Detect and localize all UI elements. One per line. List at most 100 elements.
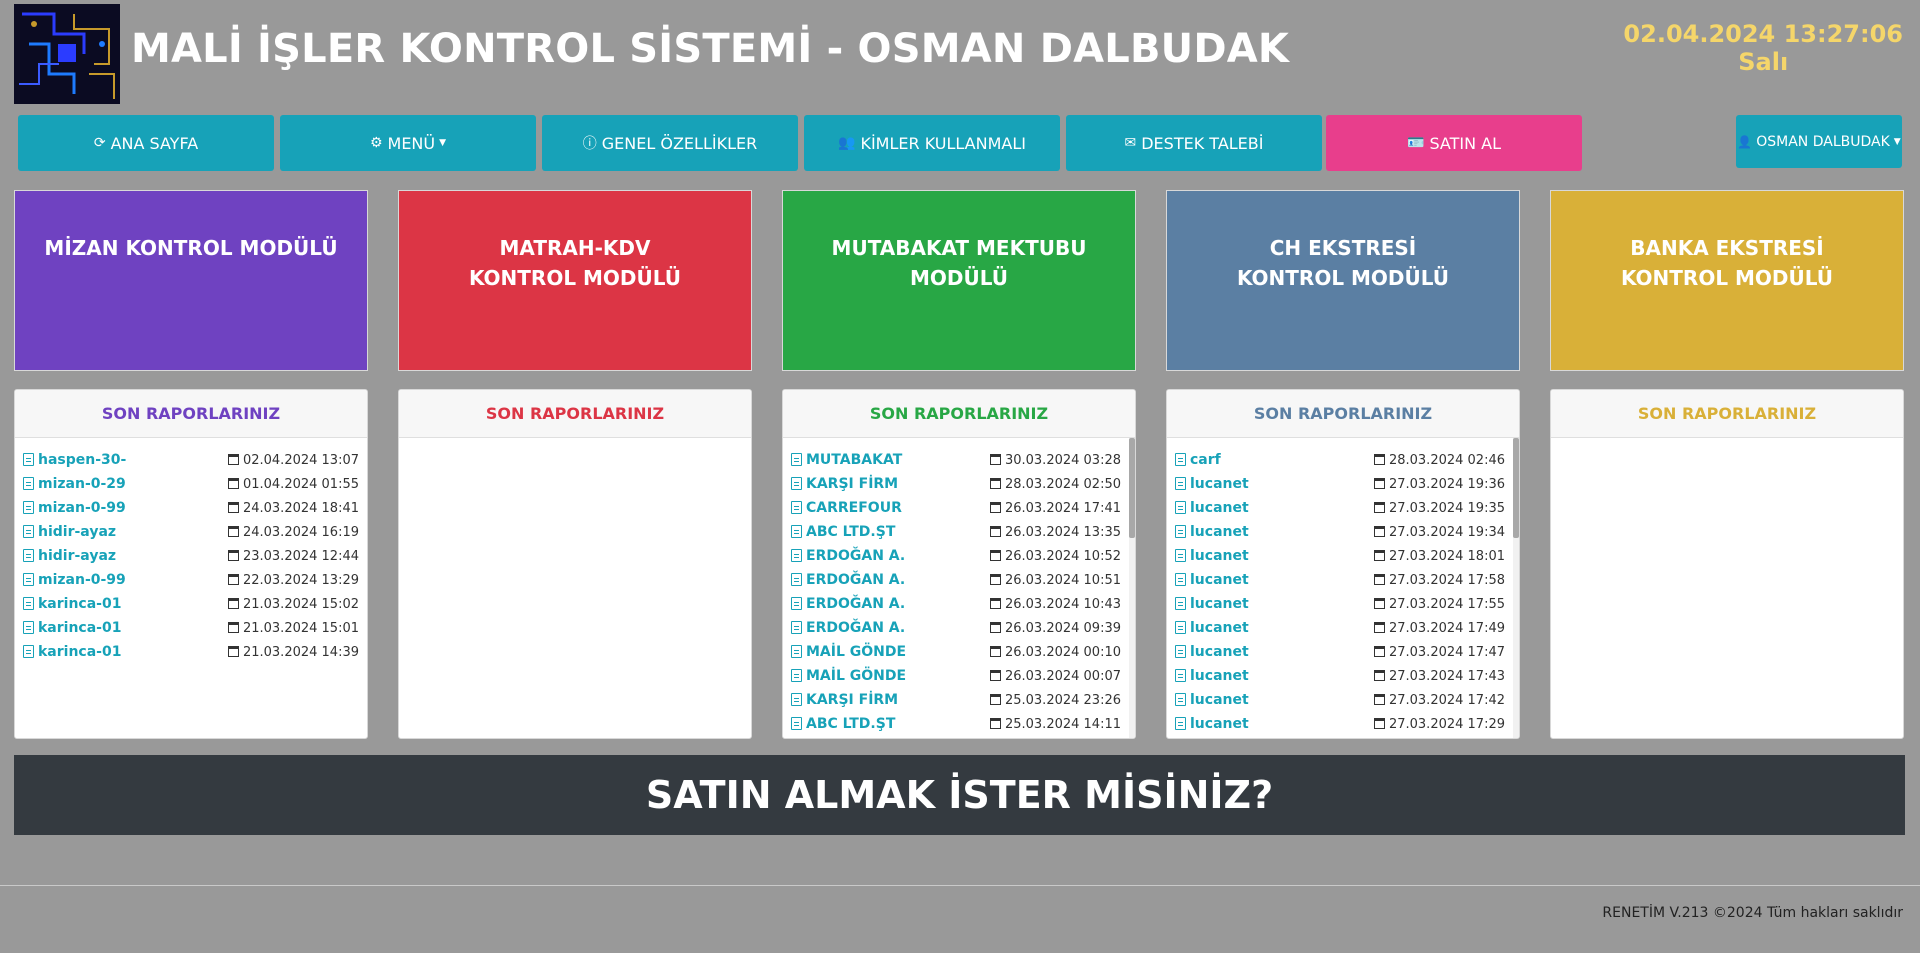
- report-row: lucanet 27.03.2024 17:55: [1175, 592, 1505, 616]
- report-link[interactable]: CARREFOUR: [791, 500, 902, 516]
- report-link[interactable]: MUTABAKAT: [791, 452, 902, 468]
- report-date-text: 27.03.2024 19:34: [1388, 524, 1505, 540]
- reports-list[interactable]: MUTABAKAT 30.03.2024 03:28 KARŞI FİRM 28.03…: [783, 438, 1135, 738]
- report-name: lucanet: [1190, 548, 1249, 564]
- report-date-text: 25.03.2024 14:11: [1004, 716, 1121, 732]
- report-link[interactable]: mizan-0-99: [23, 572, 126, 588]
- report-link[interactable]: ERDOĞAN A.: [791, 548, 905, 564]
- pdf-file-icon: [791, 621, 802, 634]
- info-circle-icon: ⓘ: [582, 136, 597, 152]
- report-name: KARŞI FİRM: [806, 692, 899, 708]
- module-title-line2: MODÜLÜ: [909, 266, 1009, 290]
- module-matrah-kdv[interactable]: MATRAH-KDV KONTROL MODÜLÜ: [398, 190, 752, 371]
- reports-panel-title: SON RAPORLARINIZ: [15, 390, 367, 438]
- calendar-icon: [989, 573, 1001, 585]
- report-link[interactable]: hidir-ayaz: [23, 524, 116, 540]
- buy-label: SATIN AL: [1429, 133, 1501, 153]
- buy-button[interactable]: 🪪 SATIN AL: [1326, 115, 1582, 171]
- report-link[interactable]: lucanet: [1175, 620, 1249, 636]
- report-date: 26.03.2024 10:51: [989, 573, 1121, 588]
- report-date-text: 01.04.2024 01:55: [242, 476, 359, 492]
- features-button[interactable]: ⓘ GENEL ÖZELLİKLER: [542, 115, 798, 171]
- report-row: lucanet 27.03.2024 19:36: [1175, 472, 1505, 496]
- report-link[interactable]: carf: [1175, 452, 1221, 468]
- calendar-icon: [227, 549, 239, 561]
- report-link[interactable]: lucanet: [1175, 596, 1249, 612]
- report-link[interactable]: MAİL GÖNDE: [791, 644, 906, 660]
- scrollbar-thumb[interactable]: [1129, 438, 1135, 538]
- report-row: mizan-0-99 24.03.2024 18:41: [23, 496, 359, 520]
- report-link[interactable]: ERDOĞAN A.: [791, 572, 905, 588]
- report-link[interactable]: lucanet: [1175, 548, 1249, 564]
- report-row: haspen-30- 02.04.2024 13:07: [23, 448, 359, 472]
- report-link[interactable]: KARŞI FİRM: [791, 476, 898, 492]
- current-day: Salı: [1738, 48, 1789, 76]
- report-link[interactable]: mizan-0-99: [23, 500, 126, 516]
- report-date: 27.03.2024 19:35: [1373, 501, 1505, 516]
- report-row: lucanet 27.03.2024 17:58: [1175, 568, 1505, 592]
- module-mizan[interactable]: MİZAN KONTROL MODÜLÜ: [14, 190, 368, 371]
- reports-list[interactable]: [399, 438, 751, 738]
- report-name: MUTABAKAT: [806, 452, 903, 468]
- report-name: lucanet: [1190, 500, 1249, 516]
- report-link[interactable]: lucanet: [1175, 716, 1249, 732]
- module-banka-ekstresi[interactable]: BANKA EKSTRESİ KONTROL MODÜLÜ: [1550, 190, 1904, 371]
- module-title-line1: MİZAN KONTROL MODÜLÜ: [44, 236, 338, 260]
- report-link[interactable]: ERDOĞAN A.: [791, 620, 905, 636]
- home-button[interactable]: ⟳ ANA SAYFA: [18, 115, 274, 171]
- user-menu-button[interactable]: 👤 OSMAN DALBUDAK ▼: [1736, 115, 1902, 168]
- buy-banner[interactable]: SATIN ALMAK İSTER MİSİNİZ?: [14, 755, 1905, 835]
- report-link[interactable]: lucanet: [1175, 500, 1249, 516]
- report-link[interactable]: KARŞI FİRM: [791, 692, 898, 708]
- support-request-button[interactable]: ✉ DESTEK TALEBİ: [1066, 115, 1322, 171]
- calendar-icon: [989, 501, 1001, 513]
- module-ch-ekstresi[interactable]: CH EKSTRESİ KONTROL MODÜLÜ: [1166, 190, 1520, 371]
- report-link[interactable]: hidir-ayaz: [23, 548, 116, 564]
- report-name: karinca-01: [38, 620, 122, 636]
- scrollbar-thumb[interactable]: [1513, 438, 1519, 538]
- report-date-text: 27.03.2024 17:42: [1388, 692, 1505, 708]
- report-link[interactable]: haspen-30-: [23, 452, 126, 468]
- calendar-icon: [989, 597, 1001, 609]
- scrollbar[interactable]: [1129, 438, 1135, 738]
- module-title-line1: MATRAH-KDV: [499, 236, 651, 260]
- report-name: ERDOĞAN A.: [806, 596, 906, 612]
- report-link[interactable]: lucanet: [1175, 476, 1249, 492]
- menu-dropdown-button[interactable]: ⚙ MENÜ ▼: [280, 115, 536, 171]
- report-date-text: 27.03.2024 17:43: [1388, 668, 1505, 684]
- report-date-text: 27.03.2024 17:49: [1388, 620, 1505, 636]
- pdf-file-icon: [23, 549, 34, 562]
- calendar-icon: [1373, 717, 1385, 729]
- pdf-file-icon: [1175, 477, 1186, 490]
- report-date-text: 21.03.2024 15:01: [242, 620, 359, 636]
- scrollbar[interactable]: [1513, 438, 1519, 738]
- reports-list[interactable]: [1551, 438, 1903, 738]
- report-row: CARREFOUR 26.03.2024 17:41: [791, 496, 1121, 520]
- report-link[interactable]: MAİL GÖNDE: [791, 668, 906, 684]
- report-date-text: 24.03.2024 18:41: [242, 500, 359, 516]
- report-name: CARREFOUR: [806, 500, 902, 516]
- report-link[interactable]: lucanet: [1175, 644, 1249, 660]
- pdf-file-icon: [23, 573, 34, 586]
- report-link[interactable]: ABC LTD.ŞT: [791, 524, 895, 540]
- report-link[interactable]: mizan-0-29: [23, 476, 126, 492]
- module-mutabakat[interactable]: MUTABAKAT MEKTUBU MODÜLÜ: [782, 190, 1136, 371]
- report-date-text: 02.04.2024 13:07: [242, 452, 359, 468]
- report-date-text: 22.03.2024 13:29: [242, 572, 359, 588]
- report-link[interactable]: lucanet: [1175, 572, 1249, 588]
- reports-list[interactable]: carf 28.03.2024 02:46 lucanet 27.03.2024 19…: [1167, 438, 1519, 738]
- report-link[interactable]: ABC LTD.ŞT: [791, 716, 895, 732]
- report-link[interactable]: ERDOĞAN A.: [791, 596, 905, 612]
- report-link[interactable]: karinca-01: [23, 644, 121, 660]
- calendar-icon: [1373, 549, 1385, 561]
- report-link[interactable]: lucanet: [1175, 524, 1249, 540]
- reports-list[interactable]: haspen-30- 02.04.2024 13:07 mizan-0-29 01.0…: [15, 438, 367, 738]
- report-link[interactable]: karinca-01: [23, 620, 121, 636]
- report-row: mizan-0-99 22.03.2024 13:29: [23, 568, 359, 592]
- pdf-file-icon: [23, 597, 34, 610]
- who-should-use-button[interactable]: 👥 KİMLER KULLANMALI: [804, 115, 1060, 171]
- report-link[interactable]: karinca-01: [23, 596, 121, 612]
- calendar-icon: [989, 525, 1001, 537]
- report-link[interactable]: lucanet: [1175, 692, 1249, 708]
- report-link[interactable]: lucanet: [1175, 668, 1249, 684]
